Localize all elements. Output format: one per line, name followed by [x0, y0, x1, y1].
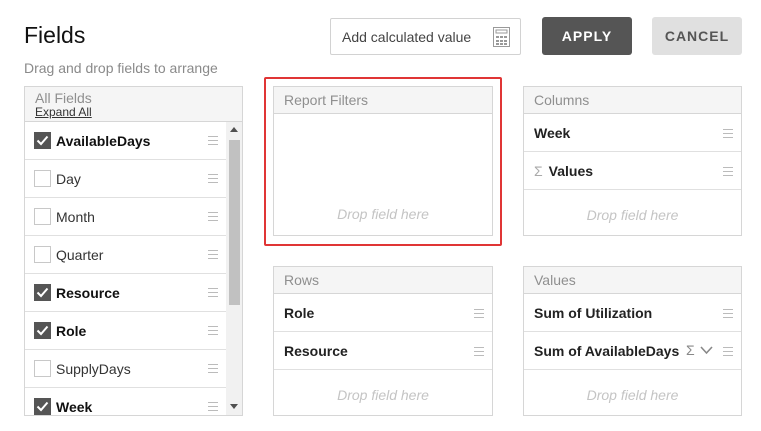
drag-handle-icon[interactable]: [474, 309, 484, 318]
checkbox-checked[interactable]: [34, 398, 51, 415]
drag-handle-icon[interactable]: [208, 364, 218, 373]
values-item-label: Sum of AvailableDays: [534, 342, 680, 359]
all-fields-title: All Fields: [35, 90, 92, 106]
rows-item-role[interactable]: Role: [274, 294, 492, 332]
checkbox[interactable]: [34, 208, 51, 225]
field-item[interactable]: AvailableDays: [25, 122, 226, 160]
page-title: Fields: [24, 22, 86, 48]
drag-handle-icon[interactable]: [723, 309, 733, 318]
checkmark-icon: [36, 287, 49, 298]
drag-handle-icon[interactable]: [208, 174, 218, 183]
apply-button[interactable]: APPLY: [542, 17, 632, 55]
field-item-label: AvailableDays: [56, 132, 151, 149]
rows-item-label: Role: [284, 304, 315, 321]
field-item[interactable]: SupplyDays: [25, 350, 226, 388]
field-item[interactable]: Day: [25, 160, 226, 198]
columns-item-label: Values: [548, 162, 594, 179]
checkbox[interactable]: [34, 246, 51, 263]
values-item-sum-of-availabledays[interactable]: Sum of AvailableDays Σ: [524, 332, 741, 370]
columns-item-values[interactable]: Σ Values: [524, 152, 741, 190]
all-fields-header: All Fields Expand All: [25, 87, 242, 122]
drag-handle-icon[interactable]: [208, 212, 218, 221]
values-item-label: Sum of Utilization: [534, 304, 653, 321]
drag-handle-icon[interactable]: [723, 167, 733, 176]
sigma-icon: Σ: [534, 162, 543, 179]
rows-zone[interactable]: Rows Role Resource Drop field here: [273, 266, 493, 416]
field-item-label: Month: [56, 208, 95, 225]
field-item-label: Role: [56, 322, 87, 339]
field-item[interactable]: Quarter: [25, 236, 226, 274]
values-title: Values: [524, 267, 741, 294]
drag-handle-icon[interactable]: [208, 136, 218, 145]
scrollbar-thumb[interactable]: [229, 140, 240, 305]
field-item-label: Resource: [56, 284, 120, 301]
report-filters-highlight: [264, 77, 502, 246]
drag-handle-icon[interactable]: [208, 250, 218, 259]
columns-zone[interactable]: Columns Week Σ Values Drop field here: [523, 86, 742, 236]
add-calculated-value-label: Add calculated value: [342, 28, 472, 45]
checkbox-checked[interactable]: [34, 284, 51, 301]
drag-handle-icon[interactable]: [723, 347, 733, 356]
field-item-label: Day: [56, 170, 81, 187]
field-item-label: Week: [56, 398, 93, 415]
checkmark-icon: [36, 325, 49, 336]
chevron-down-icon[interactable]: [700, 346, 713, 355]
columns-drop-hint: Drop field here: [586, 207, 679, 223]
add-calculated-value-button[interactable]: Add calculated value: [330, 18, 521, 55]
drag-handle-icon[interactable]: [723, 129, 733, 138]
field-item[interactable]: Month: [25, 198, 226, 236]
values-zone[interactable]: Values Sum of Utilization Sum of Availab…: [523, 266, 742, 416]
columns-item-label: Week: [534, 124, 571, 141]
checkbox-checked[interactable]: [34, 132, 51, 149]
columns-item-week[interactable]: Week: [524, 114, 741, 152]
rows-drop-hint: Drop field here: [337, 387, 429, 403]
field-list: AvailableDays Day Month Quarter Resource Role…: [25, 122, 226, 415]
rows-item-resource[interactable]: Resource: [274, 332, 492, 370]
columns-title: Columns: [524, 87, 741, 114]
checkbox[interactable]: [34, 170, 51, 187]
checkmark-icon: [36, 401, 49, 412]
field-item[interactable]: Resource: [25, 274, 226, 312]
page-subtitle: Drag and drop fields to arrange: [24, 60, 218, 76]
field-item-label: SupplyDays: [56, 360, 131, 377]
checkbox[interactable]: [34, 360, 51, 377]
field-item[interactable]: Role: [25, 312, 226, 350]
values-drop-hint: Drop field here: [586, 387, 679, 403]
checkmark-icon: [36, 135, 49, 146]
drag-handle-icon[interactable]: [208, 288, 218, 297]
rows-item-label: Resource: [284, 342, 348, 359]
calculator-icon: [493, 27, 510, 47]
drag-handle-icon[interactable]: [474, 347, 484, 356]
expand-all-link[interactable]: Expand All: [35, 105, 232, 119]
field-list-scrollbar[interactable]: [226, 122, 242, 415]
all-fields-panel: All Fields Expand All AvailableDays Day Mo…: [24, 86, 243, 416]
drag-handle-icon[interactable]: [208, 326, 218, 335]
scroll-up-arrow-icon[interactable]: [230, 127, 238, 132]
values-item-sum-of-utilization[interactable]: Sum of Utilization: [524, 294, 741, 332]
field-item-label: Quarter: [56, 246, 104, 263]
rows-title: Rows: [274, 267, 492, 294]
cancel-button[interactable]: CANCEL: [652, 17, 742, 55]
aggregation-sigma-icon[interactable]: Σ: [686, 342, 695, 358]
checkbox-checked[interactable]: [34, 322, 51, 339]
field-item[interactable]: Week: [25, 388, 226, 415]
scroll-down-arrow-icon[interactable]: [230, 404, 238, 409]
drag-handle-icon[interactable]: [208, 402, 218, 411]
